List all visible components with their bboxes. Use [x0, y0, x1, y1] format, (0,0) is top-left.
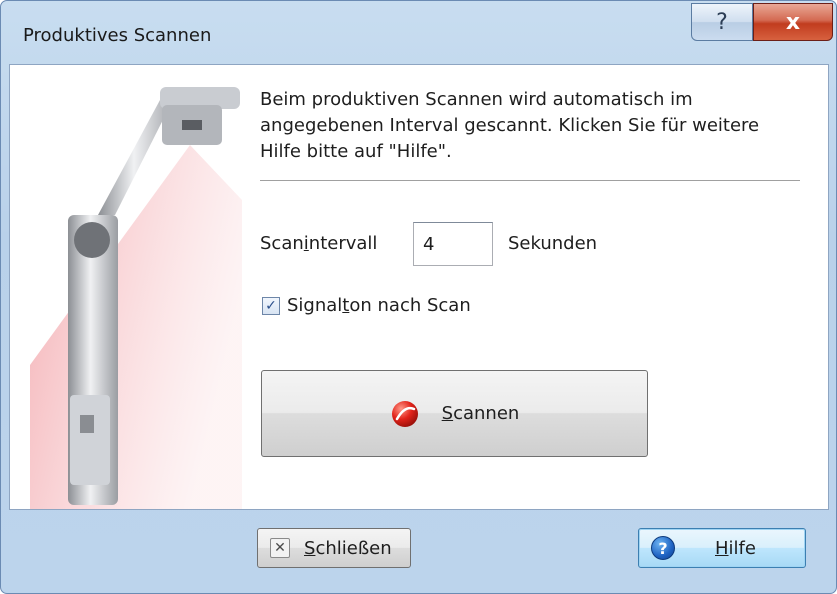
scanner-illustration-icon [30, 87, 242, 509]
window-title: Produktives Scannen [23, 25, 212, 46]
help-icon: ? [651, 536, 675, 560]
scan-interval-input[interactable] [413, 222, 493, 266]
scan-button[interactable]: Scannen [261, 370, 648, 457]
scan-icon [391, 400, 418, 427]
signal-tone-checkbox[interactable]: ✓ [262, 297, 280, 315]
scan-button-label: Scannen [441, 403, 520, 424]
content-panel: Beim produktiven Scannen wird automatisc… [9, 64, 829, 510]
dialog-window: Produktives Scannen ? x Beim produktiven… [0, 0, 837, 594]
title-close-button[interactable]: x [753, 3, 833, 41]
help-button-label: Hilfe [715, 537, 756, 559]
close-icon: x [785, 9, 801, 35]
scan-interval-label: Scanintervall [260, 233, 378, 254]
description-text: Beim produktiven Scannen wird automatisc… [260, 89, 760, 162]
close-button-label: Schließen [304, 537, 392, 559]
checkmark-icon: ✓ [265, 298, 277, 314]
help-button[interactable]: ? Hilfe [638, 528, 806, 568]
question-icon: ? [716, 9, 728, 35]
seconds-label: Sekunden [508, 233, 598, 254]
close-button[interactable]: ✕ Schließen [257, 528, 411, 568]
title-help-button[interactable]: ? [691, 3, 753, 41]
signal-tone-label[interactable]: Signalton nach Scan [287, 295, 471, 316]
close-x-icon: ✕ [270, 538, 290, 558]
divider [260, 180, 800, 181]
